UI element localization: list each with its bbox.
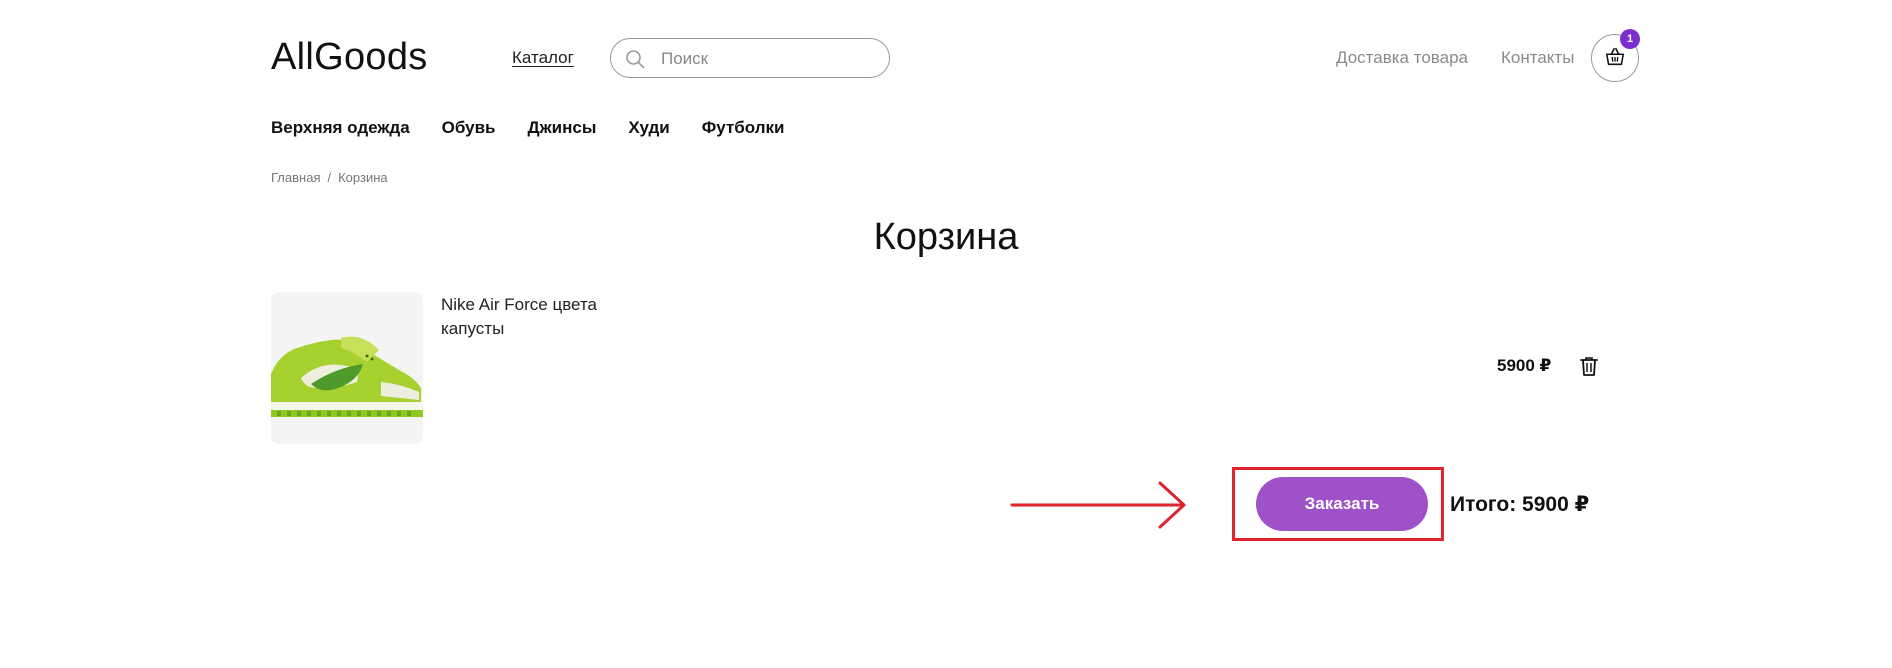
annotation-arrow-icon xyxy=(1010,481,1186,529)
category-jeans[interactable]: Джинсы xyxy=(528,118,597,138)
product-name-line2: капусты xyxy=(441,319,505,338)
product-name-line1: Nike Air Force цвета xyxy=(441,295,597,314)
contacts-link[interactable]: Контакты xyxy=(1501,48,1574,68)
cart-count-badge: 1 xyxy=(1620,29,1640,49)
sneaker-image xyxy=(271,292,423,444)
category-hoodies[interactable]: Худи xyxy=(628,118,669,138)
trash-icon[interactable] xyxy=(1580,356,1598,376)
product-price: 5900 ₽ xyxy=(1497,356,1552,375)
search-box[interactable] xyxy=(610,38,890,78)
breadcrumb: Главная / Корзина xyxy=(271,170,388,185)
category-tshirts[interactable]: Футболки xyxy=(702,118,785,138)
order-button[interactable]: Заказать xyxy=(1256,477,1428,531)
breadcrumb-separator: / xyxy=(327,170,332,185)
search-icon xyxy=(626,50,645,69)
category-nav: Верхняя одежда Обувь Джинсы Худи Футболк… xyxy=(271,118,784,138)
breadcrumb-home[interactable]: Главная xyxy=(271,170,320,185)
category-outerwear[interactable]: Верхняя одежда xyxy=(271,118,410,138)
breadcrumb-current: Корзина xyxy=(338,170,388,185)
catalog-link[interactable]: Каталог xyxy=(512,48,574,68)
delivery-link[interactable]: Доставка товара xyxy=(1336,48,1468,68)
basket-icon xyxy=(1605,47,1625,66)
search-input[interactable] xyxy=(659,46,878,72)
product-image[interactable] xyxy=(271,292,423,444)
category-shoes[interactable]: Обувь xyxy=(442,118,496,138)
page-title: Корзина xyxy=(873,216,1019,258)
product-name[interactable]: Nike Air Force цвета капусты xyxy=(441,293,641,341)
site-logo[interactable]: AllGoods xyxy=(271,36,428,79)
order-total: Итого: 5900 ₽ xyxy=(1450,493,1590,516)
